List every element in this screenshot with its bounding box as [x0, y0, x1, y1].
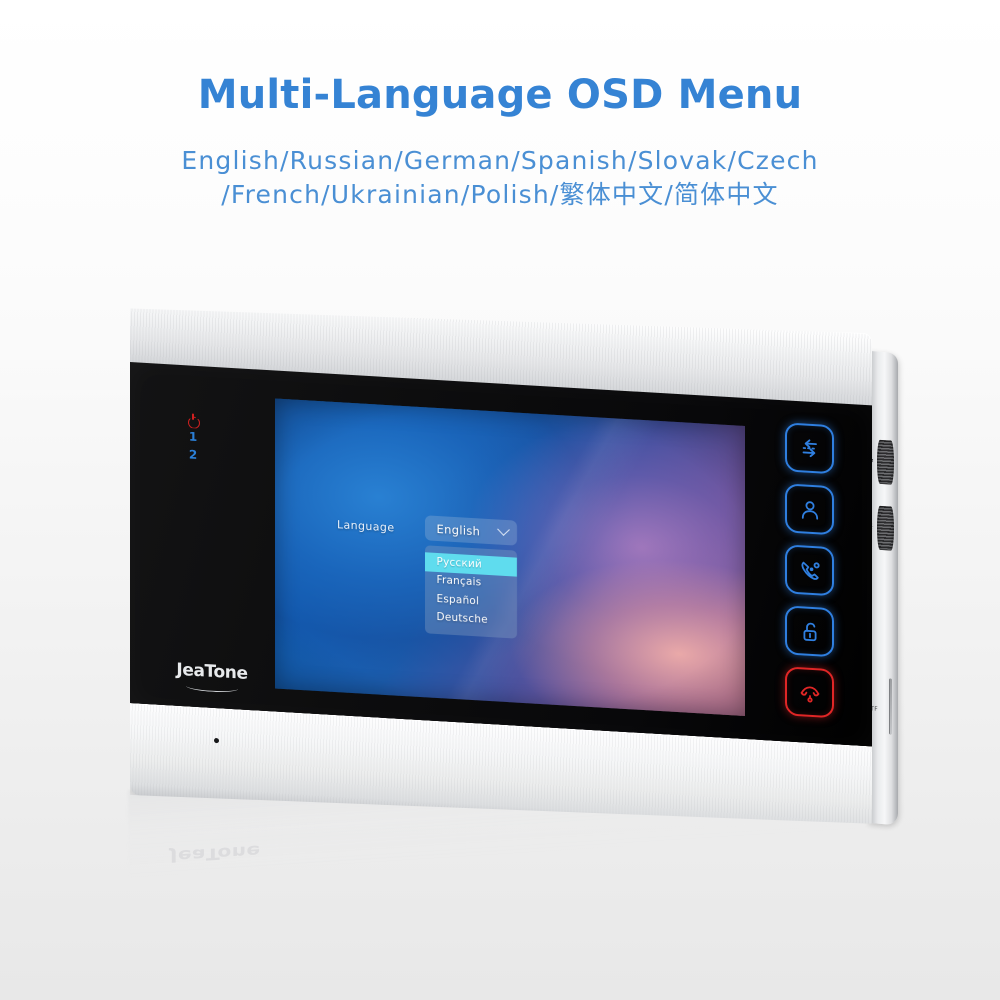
indicator-2: 2 — [188, 447, 198, 463]
language-select-group: English Русский Français Español Deutsch… — [424, 515, 517, 639]
unlock-padlock-icon — [797, 618, 823, 646]
transfer-button[interactable] — [785, 422, 834, 475]
phone-call-icon — [797, 557, 823, 585]
phone-hangup-icon — [797, 679, 823, 707]
device-stage: JeaTone ⚙ ☀ TF 1 2 JeaTone — [110, 282, 900, 922]
brand-name: JeaTone — [176, 659, 248, 684]
language-option-list[interactable]: Русский Français Español Deutsche — [424, 545, 517, 639]
brand-swoosh-icon — [186, 681, 238, 694]
supported-languages: English/Russian/German/Spanish/Slovak/Cz… — [0, 144, 1000, 212]
header-block: Multi-Language OSD Menu English/Russian/… — [0, 0, 1000, 212]
device-side-panel — [868, 350, 898, 826]
hangup-button[interactable] — [785, 666, 834, 719]
monitor-button[interactable] — [785, 483, 834, 536]
language-label: Language — [337, 518, 395, 535]
video-intercom-monitor: ⚙ ☀ TF 1 2 JeaTone Language — [130, 290, 898, 838]
language-setting-dialog: Language English Русский Français Españo… — [337, 510, 517, 639]
power-icon — [187, 413, 199, 426]
tf-card-slot[interactable] — [889, 678, 892, 735]
indicator-1: 1 — [188, 429, 198, 444]
touch-button-column — [785, 422, 834, 719]
front-glass-panel: 1 2 JeaTone Language English Русский Fra… — [130, 362, 872, 751]
status-indicators: 1 2 — [187, 413, 199, 462]
transfer-arrows-icon — [797, 435, 823, 463]
microphone-hole — [214, 738, 219, 743]
languages-line-1: English/Russian/German/Spanish/Slovak/Cz… — [181, 146, 819, 175]
lcd-screen: Language English Русский Français Españo… — [275, 398, 745, 716]
language-select-value: English — [436, 521, 481, 538]
user-icon — [797, 496, 823, 524]
language-select[interactable]: English — [424, 515, 517, 546]
unlock-button[interactable] — [785, 605, 834, 658]
chevron-down-icon — [496, 523, 510, 536]
brightness-thumbwheel[interactable] — [877, 505, 894, 551]
volume-thumbwheel[interactable] — [877, 439, 894, 485]
languages-line-2: /French/Ukrainian/Polish/繁体中文/简体中文 — [221, 179, 779, 209]
call-button[interactable] — [785, 544, 834, 597]
page-title: Multi-Language OSD Menu — [197, 72, 803, 118]
brand-logo: JeaTone — [166, 659, 258, 694]
